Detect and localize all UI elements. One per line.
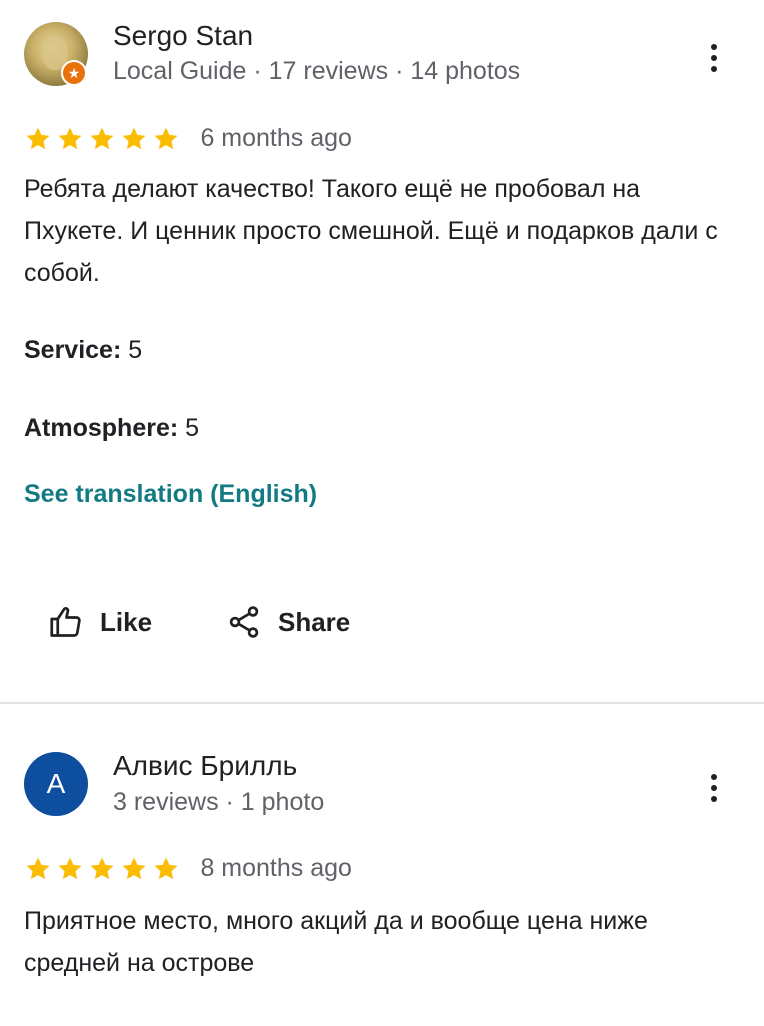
attribute-value: 5	[128, 336, 143, 364]
star-icon	[152, 855, 180, 883]
star-icon	[152, 125, 180, 153]
review-text: Ребята делают качество! Такого ещё не пр…	[24, 175, 718, 287]
star-rating	[24, 857, 184, 879]
rating-row: 8 months ago	[24, 854, 352, 886]
like-button[interactable]: Like	[48, 600, 152, 644]
attribute-value: 5	[185, 414, 200, 442]
star-icon	[120, 125, 148, 153]
review-card: ★ Sergo Stan Local Guide · 17 reviews · …	[0, 0, 764, 703]
see-translation-link[interactable]: See translation (English)	[24, 480, 317, 509]
more-options-button[interactable]	[700, 770, 728, 806]
more-vert-icon	[711, 44, 717, 50]
author-meta: Local Guide · 17 reviews · 14 photos	[113, 57, 521, 85]
author-name[interactable]: Алвис Брилль	[113, 750, 297, 782]
rating-row: 6 months ago	[24, 124, 352, 156]
more-options-button[interactable]	[700, 40, 728, 76]
star-icon	[56, 125, 84, 153]
more-vert-icon	[711, 774, 717, 780]
star-rating	[24, 127, 184, 149]
review-text: Приятное место, много акций да и вообще …	[24, 907, 648, 977]
star-icon	[56, 855, 84, 883]
thumb-up-icon	[48, 604, 84, 640]
star-icon	[24, 855, 52, 883]
star-icon	[24, 125, 52, 153]
like-label: Like	[100, 606, 153, 637]
review-card: A Алвис Брилль 3 reviews · 1 photo 8 mon…	[0, 704, 764, 1026]
attribute-atmosphere: Atmosphere: 5	[24, 414, 199, 443]
attribute-service: Service: 5	[24, 336, 142, 365]
attribute-label: Service:	[24, 336, 122, 364]
share-label: Share	[278, 606, 351, 637]
author-avatar[interactable]: A	[24, 752, 88, 816]
star-icon	[120, 855, 148, 883]
attribute-label: Atmosphere:	[24, 414, 179, 442]
review-date: 6 months ago	[200, 124, 352, 152]
author-name[interactable]: Sergo Stan	[113, 20, 253, 52]
share-button[interactable]: Share	[226, 600, 350, 644]
star-icon	[88, 125, 116, 153]
local-guide-badge-icon: ★	[61, 60, 87, 86]
review-date: 8 months ago	[200, 854, 352, 882]
star-icon	[88, 855, 116, 883]
share-icon	[226, 604, 262, 640]
author-meta: 3 reviews · 1 photo	[113, 788, 325, 816]
